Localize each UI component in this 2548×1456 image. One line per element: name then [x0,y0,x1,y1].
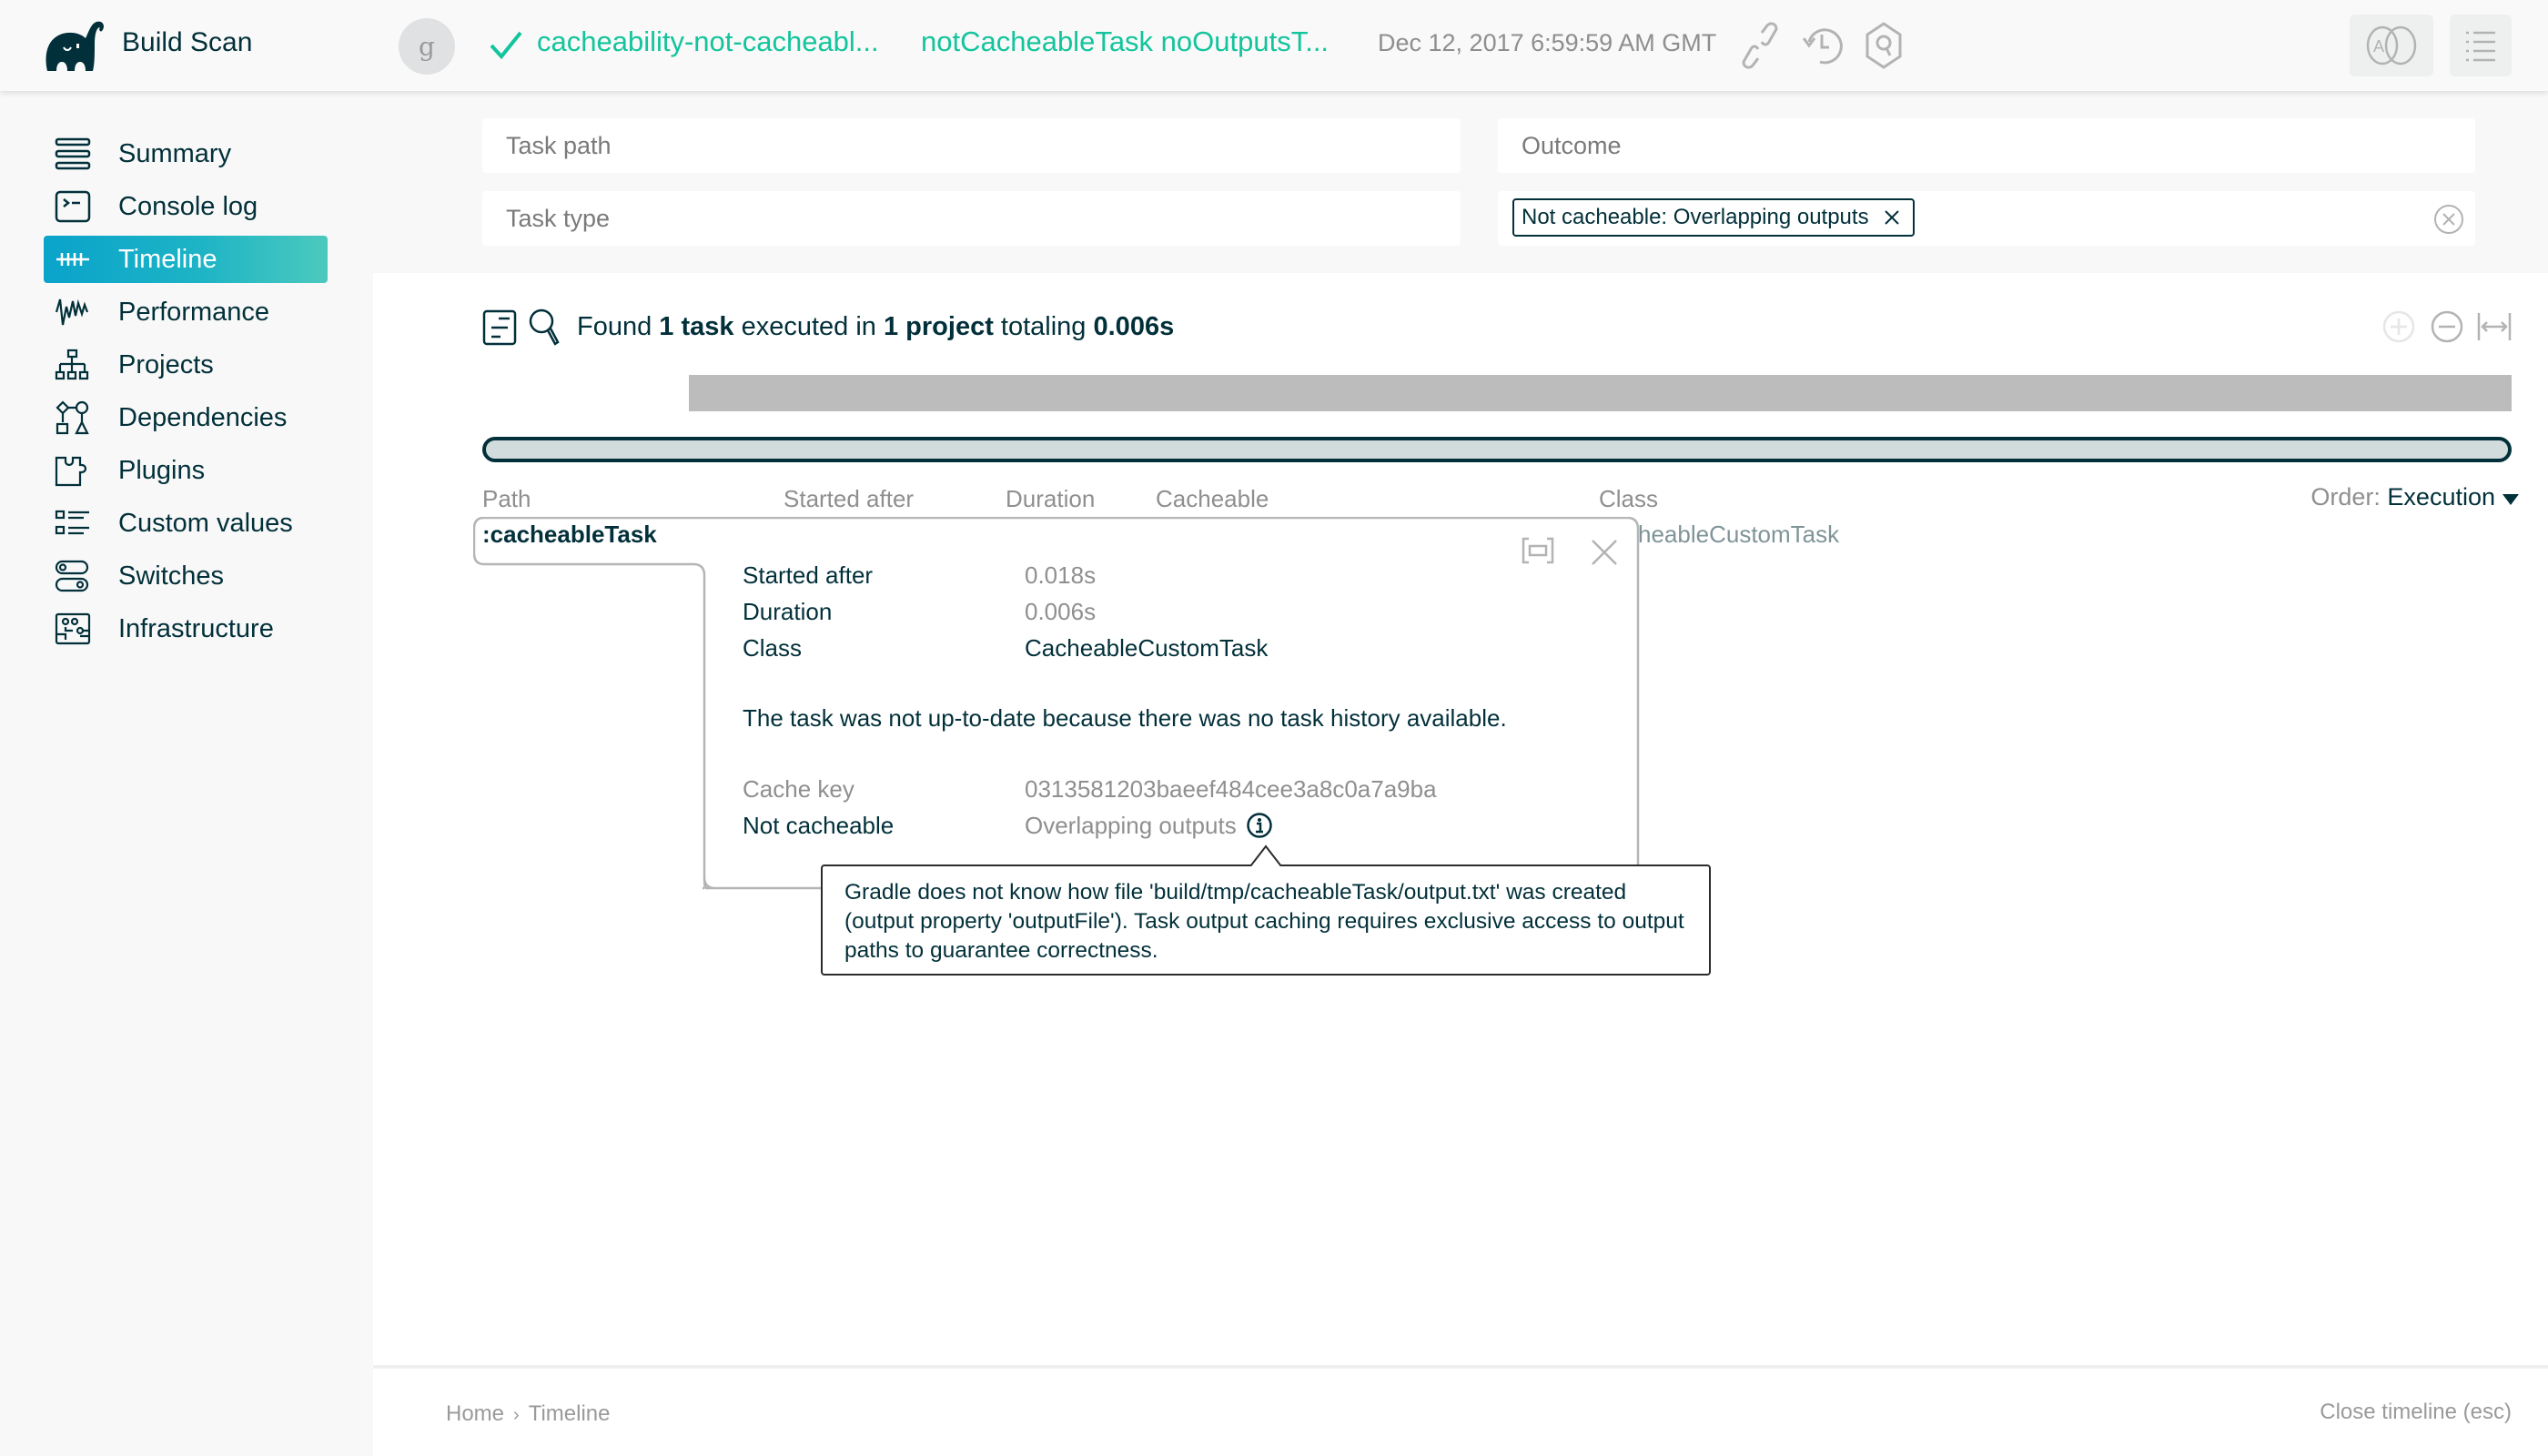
sidebar-item-label: Switches [118,561,225,591]
svg-text:A: A [2373,37,2384,56]
tooltip-arrow [1250,844,1281,866]
sidebar-item-label: Summary [118,138,232,168]
order-selector[interactable]: Order: Execution [2310,483,2495,511]
task-path-input[interactable] [482,118,1461,173]
sidebar-item-label: Infrastructure [118,613,274,643]
sidebar-item-custom-values[interactable]: Custom values [44,500,328,547]
build-scan-search-icon[interactable] [1862,20,1906,71]
user-avatar[interactable]: g [399,18,455,75]
search-summary: Found 1 task executed in 1 project total… [577,312,1175,341]
column-header-started-after[interactable]: Started after [784,485,914,513]
sidebar-item-projects[interactable]: Projects [44,341,328,389]
close-timeline-link[interactable]: Close timeline (esc) [2320,1400,2512,1425]
task-type-filter[interactable] [482,191,1461,246]
sidebar-item-label: Console log [118,191,258,221]
compare-button[interactable]: A [2350,15,2433,76]
task-row-path[interactable]: :cacheableTask [482,521,657,549]
clear-filter-icon[interactable] [2433,204,2464,235]
sidebar-item-switches[interactable]: Switches [44,552,328,600]
footer [373,1365,2548,1456]
detail-started-after: Started after 0.018s [743,561,1097,589]
timeline-range-slider[interactable] [482,437,2512,462]
sidebar-item-timeline[interactable]: Timeline [44,236,328,283]
custom-values-icon [55,505,91,541]
sidebar-item-label: Custom values [118,508,293,538]
build-date: Dec 12, 2017 6:59:59 AM GMT [1378,29,1717,56]
detail-duration: Duration 0.006s [743,597,1097,625]
task-path-filter[interactable] [482,118,1461,173]
fit-width-icon[interactable] [2477,309,2512,344]
sidebar-item-console-log[interactable]: Console log [44,183,328,230]
gradle-elephant-logo[interactable] [40,18,109,73]
breadcrumb-home[interactable]: Home [446,1401,504,1426]
task-type-input[interactable] [482,191,1461,246]
compare-icon: A [2366,25,2417,66]
detail-cache-key: Cache key 0313581203baeef484cee3a8c0a7a9b… [743,774,1437,803]
build-tasks-link[interactable]: notCacheableTask noOutputsT... [921,25,1329,58]
filter-chip-label: Not cacheable: Overlapping outputs [1522,205,1869,229]
sidebar-item-label: Projects [118,349,214,379]
detail-not-cacheable: Not cacheable Overlapping outputs [743,807,1616,844]
console-icon [55,188,91,225]
list-icon [2466,31,2495,62]
projects-icon [55,347,91,383]
sidebar-item-performance[interactable]: Performance [44,288,328,336]
sidebar-item-label: Plugins [118,455,206,485]
sidebar-item-summary[interactable]: Summary [44,130,328,177]
sidebar-item-label: Performance [118,297,270,327]
task-timeline-bar[interactable] [689,375,2512,411]
breadcrumb-separator-icon: › [513,1405,520,1425]
performance-icon [55,294,91,330]
sidebar-item-label: Timeline [118,244,217,274]
link-icon[interactable] [1738,20,1782,71]
column-header-path[interactable]: Path [482,485,531,513]
not-cacheable-tooltip: Gradle does not know how file 'build/tmp… [821,864,1711,976]
info-icon[interactable] [1246,812,1273,839]
list-view-icon[interactable] [482,309,517,346]
outcome-filter[interactable] [1498,118,2475,173]
outcome-selection-filter[interactable]: Not cacheable: Overlapping outputs [1498,191,2475,246]
build-tag-link[interactable]: cacheability-not-cacheabl... [537,25,879,58]
sidebar-item-infrastructure[interactable]: Infrastructure [44,605,328,652]
header: Build Scan g cacheability-not-cacheabl..… [0,0,2548,91]
breadcrumb: Home › Timeline [446,1401,611,1427]
sidebar-item-label: Dependencies [118,402,288,432]
plugins-icon [55,452,91,489]
zoom-out-icon[interactable] [2430,309,2464,344]
task-details-content: Started after 0.018s Duration 0.006s Class… [743,557,1616,844]
breadcrumb-timeline[interactable]: Timeline [529,1401,611,1426]
column-header-class[interactable]: Class [1599,485,1658,513]
chevron-down-icon[interactable] [2502,494,2519,505]
remove-chip-icon[interactable] [1884,209,1900,226]
success-check-icon [490,31,522,60]
zoom-in-icon[interactable] [2381,309,2416,344]
detail-class: Class CacheableCustomTask [743,633,1269,662]
history-icon[interactable] [1800,20,1844,71]
timeline-icon [55,241,91,278]
sidebar-item-dependencies[interactable]: Dependencies [44,394,328,441]
summary-icon [55,136,91,172]
switches-icon [55,558,91,594]
task-row-class[interactable]: heableCustomTask [1638,521,1839,549]
column-header-cacheable[interactable]: Cacheable [1156,485,1269,513]
column-header-duration[interactable]: Duration [1006,485,1095,513]
outcome-input[interactable] [1498,118,2475,173]
list-menu-button[interactable] [2450,15,2512,76]
app-title: Build Scan [122,27,253,57]
search-icon[interactable] [528,308,561,346]
sidebar-item-plugins[interactable]: Plugins [44,447,328,494]
dependencies-icon [55,399,91,436]
infrastructure-icon [55,611,91,647]
up-to-date-message: The task was not up-to-date because ther… [743,704,1507,732]
filter-chip[interactable]: Not cacheable: Overlapping outputs [1512,198,1915,237]
